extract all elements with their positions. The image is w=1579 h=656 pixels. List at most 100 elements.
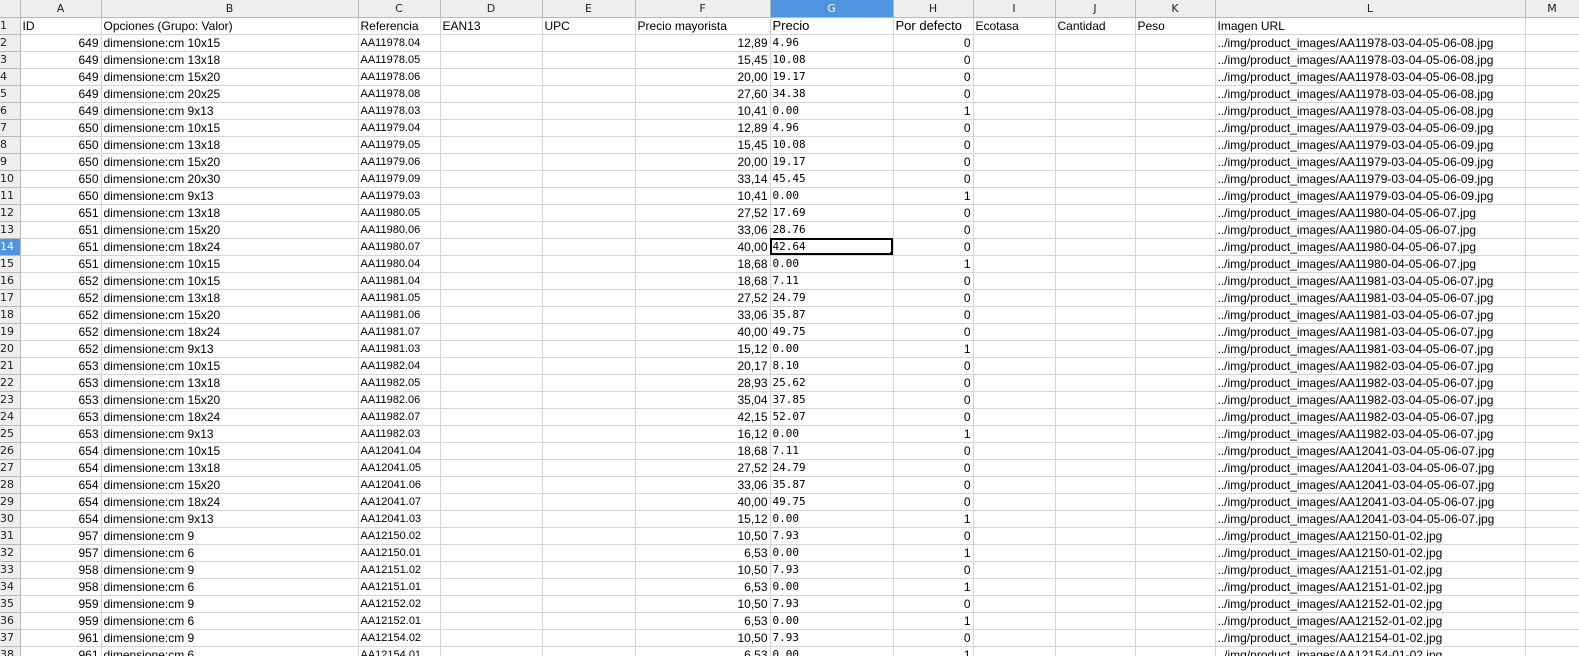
cell-a34[interactable]: 958 xyxy=(20,578,102,596)
cell-h21[interactable]: 0 xyxy=(893,357,974,375)
column-header-g[interactable]: G xyxy=(770,0,894,18)
cell-b11[interactable]: dimensione:cm 9x13 xyxy=(101,187,359,205)
cell-c26[interactable]: AA12041.04 xyxy=(358,442,441,460)
cell-h15[interactable]: 1 xyxy=(893,255,974,273)
cell-h33[interactable]: 0 xyxy=(893,561,974,579)
cell-c8[interactable]: AA11979.05 xyxy=(358,136,441,154)
cell-l4[interactable]: ../img/product_images/AA11978-03-04-05-0… xyxy=(1215,68,1526,86)
cell-a8[interactable]: 650 xyxy=(20,136,102,154)
cell-c35[interactable]: AA12152.02 xyxy=(358,595,441,613)
cell-e2[interactable] xyxy=(542,34,636,52)
cell-j25[interactable] xyxy=(1055,425,1136,443)
cell-a4[interactable]: 649 xyxy=(20,68,102,86)
cell-e14[interactable] xyxy=(542,238,636,256)
cell-i25[interactable] xyxy=(973,425,1056,443)
cell-k1[interactable]: Peso xyxy=(1135,17,1216,35)
cell-b5[interactable]: dimensione:cm 20x25 xyxy=(101,85,359,103)
row-header-12[interactable]: 12 xyxy=(0,204,21,222)
cell-l26[interactable]: ../img/product_images/AA12041-03-04-05-0… xyxy=(1215,442,1526,460)
cell-c14[interactable]: AA11980.07 xyxy=(358,238,441,256)
column-header-c[interactable]: C xyxy=(358,0,441,18)
cell-c5[interactable]: AA11978.08 xyxy=(358,85,441,103)
cell-f36[interactable]: 6,53 xyxy=(635,612,771,630)
cell-j13[interactable] xyxy=(1055,221,1136,239)
cell-g16[interactable]: 7.11 xyxy=(770,272,894,290)
cell-j6[interactable] xyxy=(1055,102,1136,120)
row-header-16[interactable]: 16 xyxy=(0,272,21,290)
cell-m3[interactable] xyxy=(1525,51,1579,69)
column-header-a[interactable]: A xyxy=(20,0,102,18)
cell-i28[interactable] xyxy=(973,476,1056,494)
cell-e17[interactable] xyxy=(542,289,636,307)
cell-m13[interactable] xyxy=(1525,221,1579,239)
cell-d6[interactable] xyxy=(440,102,543,120)
cell-f10[interactable]: 33,14 xyxy=(635,170,771,188)
cell-m9[interactable] xyxy=(1525,153,1579,171)
cell-h5[interactable]: 0 xyxy=(893,85,974,103)
cell-l1[interactable]: Imagen URL xyxy=(1215,17,1526,35)
cell-b32[interactable]: dimensione:cm 6 xyxy=(101,544,359,562)
cell-b38[interactable]: dimensione:cm 6 xyxy=(101,646,359,656)
cell-d9[interactable] xyxy=(440,153,543,171)
cell-m10[interactable] xyxy=(1525,170,1579,188)
cell-d12[interactable] xyxy=(440,204,543,222)
cell-j33[interactable] xyxy=(1055,561,1136,579)
cell-g10[interactable]: 45.45 xyxy=(770,170,894,188)
cell-e5[interactable] xyxy=(542,85,636,103)
cell-a35[interactable]: 959 xyxy=(20,595,102,613)
cell-i7[interactable] xyxy=(973,119,1056,137)
cell-f11[interactable]: 10,41 xyxy=(635,187,771,205)
cell-d8[interactable] xyxy=(440,136,543,154)
cell-b21[interactable]: dimensione:cm 10x15 xyxy=(101,357,359,375)
cell-g19[interactable]: 49.75 xyxy=(770,323,894,341)
row-header-33[interactable]: 33 xyxy=(0,561,21,579)
cell-j19[interactable] xyxy=(1055,323,1136,341)
cell-m15[interactable] xyxy=(1525,255,1579,273)
cell-b28[interactable]: dimensione:cm 15x20 xyxy=(101,476,359,494)
cell-l18[interactable]: ../img/product_images/AA11981-03-04-05-0… xyxy=(1215,306,1526,324)
cell-j21[interactable] xyxy=(1055,357,1136,375)
row-header-9[interactable]: 9 xyxy=(0,153,21,171)
cell-b17[interactable]: dimensione:cm 13x18 xyxy=(101,289,359,307)
row-header-24[interactable]: 24 xyxy=(0,408,21,426)
cell-g35[interactable]: 7.93 xyxy=(770,595,894,613)
cell-h2[interactable]: 0 xyxy=(893,34,974,52)
row-header-31[interactable]: 31 xyxy=(0,527,21,545)
cell-h6[interactable]: 1 xyxy=(893,102,974,120)
cell-g32[interactable]: 0.00 xyxy=(770,544,894,562)
cell-e25[interactable] xyxy=(542,425,636,443)
cell-b2[interactable]: dimensione:cm 10x15 xyxy=(101,34,359,52)
cell-b31[interactable]: dimensione:cm 9 xyxy=(101,527,359,545)
cell-k14[interactable] xyxy=(1135,238,1216,256)
column-header-m[interactable]: M xyxy=(1525,0,1579,18)
cell-g6[interactable]: 0.00 xyxy=(770,102,894,120)
cell-f25[interactable]: 16,12 xyxy=(635,425,771,443)
cell-m35[interactable] xyxy=(1525,595,1579,613)
row-header-6[interactable]: 6 xyxy=(0,102,21,120)
cell-c3[interactable]: AA11978.05 xyxy=(358,51,441,69)
cell-g24[interactable]: 52.07 xyxy=(770,408,894,426)
cell-b13[interactable]: dimensione:cm 15x20 xyxy=(101,221,359,239)
cell-j12[interactable] xyxy=(1055,204,1136,222)
cell-k22[interactable] xyxy=(1135,374,1216,392)
cell-d15[interactable] xyxy=(440,255,543,273)
row-header-21[interactable]: 21 xyxy=(0,357,21,375)
cell-i21[interactable] xyxy=(973,357,1056,375)
column-header-b[interactable]: B xyxy=(101,0,359,18)
cell-d25[interactable] xyxy=(440,425,543,443)
cell-i37[interactable] xyxy=(973,629,1056,647)
row-header-10[interactable]: 10 xyxy=(0,170,21,188)
cell-d18[interactable] xyxy=(440,306,543,324)
cell-k20[interactable] xyxy=(1135,340,1216,358)
cell-l21[interactable]: ../img/product_images/AA11982-03-04-05-0… xyxy=(1215,357,1526,375)
cell-g9[interactable]: 19.17 xyxy=(770,153,894,171)
cell-h22[interactable]: 0 xyxy=(893,374,974,392)
cell-b16[interactable]: dimensione:cm 10x15 xyxy=(101,272,359,290)
cell-m18[interactable] xyxy=(1525,306,1579,324)
cell-d31[interactable] xyxy=(440,527,543,545)
cell-c12[interactable]: AA11980.05 xyxy=(358,204,441,222)
cell-a16[interactable]: 652 xyxy=(20,272,102,290)
cell-e31[interactable] xyxy=(542,527,636,545)
cell-h3[interactable]: 0 xyxy=(893,51,974,69)
cell-h17[interactable]: 0 xyxy=(893,289,974,307)
